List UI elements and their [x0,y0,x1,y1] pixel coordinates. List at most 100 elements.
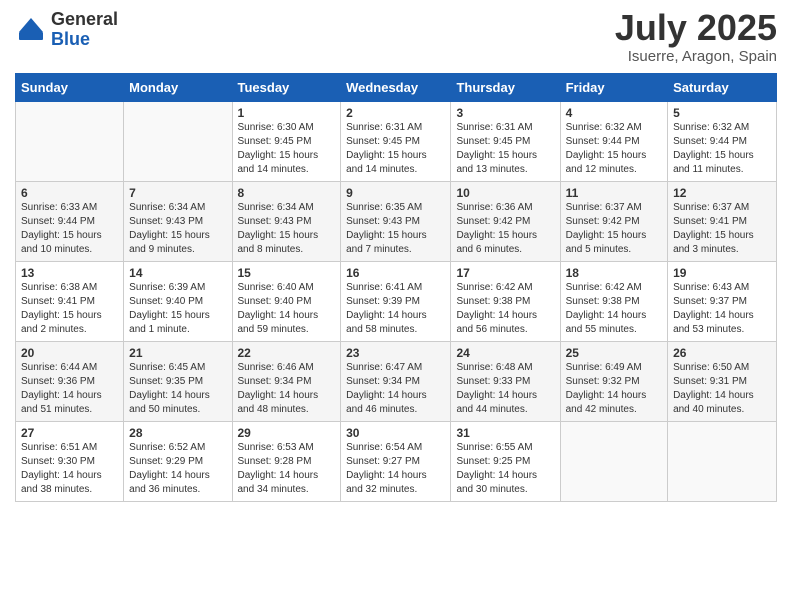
day-number: 1 [238,106,336,120]
day-number: 15 [238,266,336,280]
header-sunday: Sunday [16,74,124,102]
table-row: 30Sunrise: 6:54 AM Sunset: 9:27 PM Dayli… [341,422,451,502]
day-number: 11 [566,186,662,200]
day-number: 26 [673,346,771,360]
table-row: 27Sunrise: 6:51 AM Sunset: 9:30 PM Dayli… [16,422,124,502]
day-info: Sunrise: 6:47 AM Sunset: 9:34 PM Dayligh… [346,361,445,417]
table-row: 28Sunrise: 6:52 AM Sunset: 9:29 PM Dayli… [124,422,232,502]
day-number: 2 [346,106,445,120]
table-row: 6Sunrise: 6:33 AM Sunset: 9:44 PM Daylig… [16,182,124,262]
table-row: 22Sunrise: 6:46 AM Sunset: 9:34 PM Dayli… [232,342,341,422]
logo: General Blue [15,10,118,50]
calendar-week-2: 6Sunrise: 6:33 AM Sunset: 9:44 PM Daylig… [16,182,777,262]
table-row [16,102,124,182]
table-row [560,422,667,502]
day-info: Sunrise: 6:55 AM Sunset: 9:25 PM Dayligh… [456,441,554,497]
table-row: 19Sunrise: 6:43 AM Sunset: 9:37 PM Dayli… [668,262,777,342]
table-row: 17Sunrise: 6:42 AM Sunset: 9:38 PM Dayli… [451,262,560,342]
day-info: Sunrise: 6:43 AM Sunset: 9:37 PM Dayligh… [673,281,771,337]
table-row: 15Sunrise: 6:40 AM Sunset: 9:40 PM Dayli… [232,262,341,342]
day-info: Sunrise: 6:42 AM Sunset: 9:38 PM Dayligh… [566,281,662,337]
day-info: Sunrise: 6:40 AM Sunset: 9:40 PM Dayligh… [238,281,336,337]
day-number: 12 [673,186,771,200]
day-number: 10 [456,186,554,200]
header-wednesday: Wednesday [341,74,451,102]
day-info: Sunrise: 6:54 AM Sunset: 9:27 PM Dayligh… [346,441,445,497]
day-number: 16 [346,266,445,280]
table-row [668,422,777,502]
day-info: Sunrise: 6:49 AM Sunset: 9:32 PM Dayligh… [566,361,662,417]
table-row: 24Sunrise: 6:48 AM Sunset: 9:33 PM Dayli… [451,342,560,422]
day-info: Sunrise: 6:37 AM Sunset: 9:42 PM Dayligh… [566,201,662,257]
calendar-week-4: 20Sunrise: 6:44 AM Sunset: 9:36 PM Dayli… [16,342,777,422]
day-info: Sunrise: 6:42 AM Sunset: 9:38 PM Dayligh… [456,281,554,337]
day-number: 19 [673,266,771,280]
day-info: Sunrise: 6:48 AM Sunset: 9:33 PM Dayligh… [456,361,554,417]
table-row: 7Sunrise: 6:34 AM Sunset: 9:43 PM Daylig… [124,182,232,262]
table-row: 10Sunrise: 6:36 AM Sunset: 9:42 PM Dayli… [451,182,560,262]
table-row: 11Sunrise: 6:37 AM Sunset: 9:42 PM Dayli… [560,182,667,262]
day-number: 6 [21,186,118,200]
table-row: 1Sunrise: 6:30 AM Sunset: 9:45 PM Daylig… [232,102,341,182]
page: General Blue July 2025 Isuerre, Aragon, … [0,0,792,612]
table-row: 2Sunrise: 6:31 AM Sunset: 9:45 PM Daylig… [341,102,451,182]
day-number: 29 [238,426,336,440]
day-info: Sunrise: 6:31 AM Sunset: 9:45 PM Dayligh… [346,121,445,177]
day-number: 9 [346,186,445,200]
day-info: Sunrise: 6:41 AM Sunset: 9:39 PM Dayligh… [346,281,445,337]
day-number: 22 [238,346,336,360]
day-number: 21 [129,346,226,360]
day-info: Sunrise: 6:36 AM Sunset: 9:42 PM Dayligh… [456,201,554,257]
day-info: Sunrise: 6:37 AM Sunset: 9:41 PM Dayligh… [673,201,771,257]
title-block: July 2025 Isuerre, Aragon, Spain [615,10,777,65]
table-row: 9Sunrise: 6:35 AM Sunset: 9:43 PM Daylig… [341,182,451,262]
day-number: 24 [456,346,554,360]
title-location: Isuerre, Aragon, Spain [615,48,777,65]
day-info: Sunrise: 6:45 AM Sunset: 9:35 PM Dayligh… [129,361,226,417]
day-number: 13 [21,266,118,280]
day-number: 27 [21,426,118,440]
table-row: 21Sunrise: 6:45 AM Sunset: 9:35 PM Dayli… [124,342,232,422]
logo-blue-text: Blue [51,30,118,50]
table-row: 12Sunrise: 6:37 AM Sunset: 9:41 PM Dayli… [668,182,777,262]
table-row: 29Sunrise: 6:53 AM Sunset: 9:28 PM Dayli… [232,422,341,502]
calendar-header-row: Sunday Monday Tuesday Wednesday Thursday… [16,74,777,102]
table-row: 8Sunrise: 6:34 AM Sunset: 9:43 PM Daylig… [232,182,341,262]
logo-general-text: General [51,10,118,30]
day-info: Sunrise: 6:32 AM Sunset: 9:44 PM Dayligh… [566,121,662,177]
day-info: Sunrise: 6:35 AM Sunset: 9:43 PM Dayligh… [346,201,445,257]
table-row: 23Sunrise: 6:47 AM Sunset: 9:34 PM Dayli… [341,342,451,422]
table-row [124,102,232,182]
table-row: 3Sunrise: 6:31 AM Sunset: 9:45 PM Daylig… [451,102,560,182]
header: General Blue July 2025 Isuerre, Aragon, … [15,10,777,65]
header-friday: Friday [560,74,667,102]
day-number: 8 [238,186,336,200]
day-info: Sunrise: 6:53 AM Sunset: 9:28 PM Dayligh… [238,441,336,497]
table-row: 13Sunrise: 6:38 AM Sunset: 9:41 PM Dayli… [16,262,124,342]
day-number: 23 [346,346,445,360]
day-number: 5 [673,106,771,120]
day-number: 4 [566,106,662,120]
day-info: Sunrise: 6:34 AM Sunset: 9:43 PM Dayligh… [129,201,226,257]
day-info: Sunrise: 6:30 AM Sunset: 9:45 PM Dayligh… [238,121,336,177]
table-row: 20Sunrise: 6:44 AM Sunset: 9:36 PM Dayli… [16,342,124,422]
table-row: 18Sunrise: 6:42 AM Sunset: 9:38 PM Dayli… [560,262,667,342]
day-number: 7 [129,186,226,200]
table-row: 26Sunrise: 6:50 AM Sunset: 9:31 PM Dayli… [668,342,777,422]
table-row: 31Sunrise: 6:55 AM Sunset: 9:25 PM Dayli… [451,422,560,502]
day-info: Sunrise: 6:38 AM Sunset: 9:41 PM Dayligh… [21,281,118,337]
calendar-week-1: 1Sunrise: 6:30 AM Sunset: 9:45 PM Daylig… [16,102,777,182]
table-row: 16Sunrise: 6:41 AM Sunset: 9:39 PM Dayli… [341,262,451,342]
logo-text: General Blue [51,10,118,50]
header-thursday: Thursday [451,74,560,102]
day-number: 17 [456,266,554,280]
day-number: 28 [129,426,226,440]
day-number: 31 [456,426,554,440]
header-monday: Monday [124,74,232,102]
day-info: Sunrise: 6:32 AM Sunset: 9:44 PM Dayligh… [673,121,771,177]
day-info: Sunrise: 6:51 AM Sunset: 9:30 PM Dayligh… [21,441,118,497]
day-info: Sunrise: 6:52 AM Sunset: 9:29 PM Dayligh… [129,441,226,497]
calendar-week-3: 13Sunrise: 6:38 AM Sunset: 9:41 PM Dayli… [16,262,777,342]
day-info: Sunrise: 6:33 AM Sunset: 9:44 PM Dayligh… [21,201,118,257]
calendar-table: Sunday Monday Tuesday Wednesday Thursday… [15,73,777,502]
